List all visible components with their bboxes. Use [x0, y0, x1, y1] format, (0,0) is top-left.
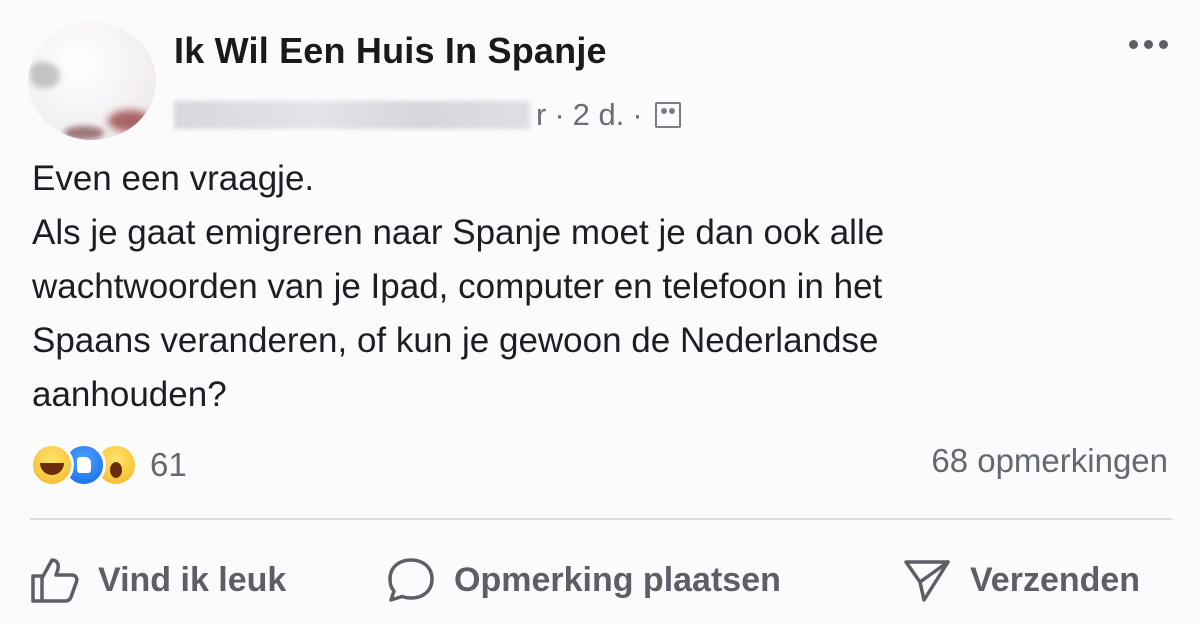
meta-separator: ·	[632, 97, 643, 132]
post-body-line: wachtwoorden van je Ipad, computer en te…	[32, 267, 883, 306]
like-label: Vind ik leuk	[98, 560, 287, 599]
like-button[interactable]: Vind ik leuk	[30, 552, 286, 608]
post-time[interactable]: 2 d.	[573, 97, 625, 133]
author-name-suffix[interactable]: r	[536, 97, 546, 133]
comment-bubble-icon	[388, 558, 434, 602]
more-options-icon[interactable]	[1129, 40, 1168, 49]
post-body: Even een vraagje. Als je gaat emigreren …	[32, 152, 1172, 422]
share-label: Verzenden	[970, 560, 1141, 599]
facebook-post: Ik Wil Een Huis In Spanje r · 2 d. · Eve…	[0, 0, 1200, 624]
action-bar: Vind ik leuk Opmerking plaatsen Verzende…	[0, 540, 1200, 620]
post-body-line: Spaans veranderen, of kun je gewoon de N…	[32, 321, 879, 360]
avatar-blur-shape	[64, 126, 104, 140]
comment-button[interactable]: Opmerking plaatsen	[386, 552, 781, 608]
dot	[1144, 40, 1153, 49]
post-meta: r · 2 d. ·	[174, 94, 681, 136]
dot	[1129, 40, 1138, 49]
reaction-count: 61	[150, 446, 187, 483]
reactions-summary[interactable]: 61	[30, 438, 187, 492]
divider	[30, 518, 1172, 520]
avatar-blur-shape	[30, 62, 60, 88]
comments-count-link[interactable]: 68 opmerkingen	[931, 442, 1168, 480]
redacted-author-name	[174, 101, 530, 129]
dot	[1159, 40, 1168, 49]
group-audience-icon	[654, 102, 681, 128]
comment-label: Opmerking plaatsen	[454, 560, 781, 599]
meta-separator: ·	[554, 97, 565, 132]
group-name-link[interactable]: Ik Wil Een Huis In Spanje	[174, 30, 607, 72]
send-icon	[904, 560, 950, 602]
thumbs-up-icon	[31, 558, 79, 603]
post-body-line: Even een vraagje.	[32, 159, 315, 198]
author-avatar[interactable]	[28, 22, 156, 140]
avatar-blur-shape	[108, 110, 152, 132]
post-body-line: aanhouden?	[32, 375, 227, 414]
share-button[interactable]: Verzenden	[902, 552, 1140, 608]
post-body-line: Als je gaat emigreren naar Spanje moet j…	[32, 213, 885, 252]
haha-icon	[30, 443, 74, 487]
